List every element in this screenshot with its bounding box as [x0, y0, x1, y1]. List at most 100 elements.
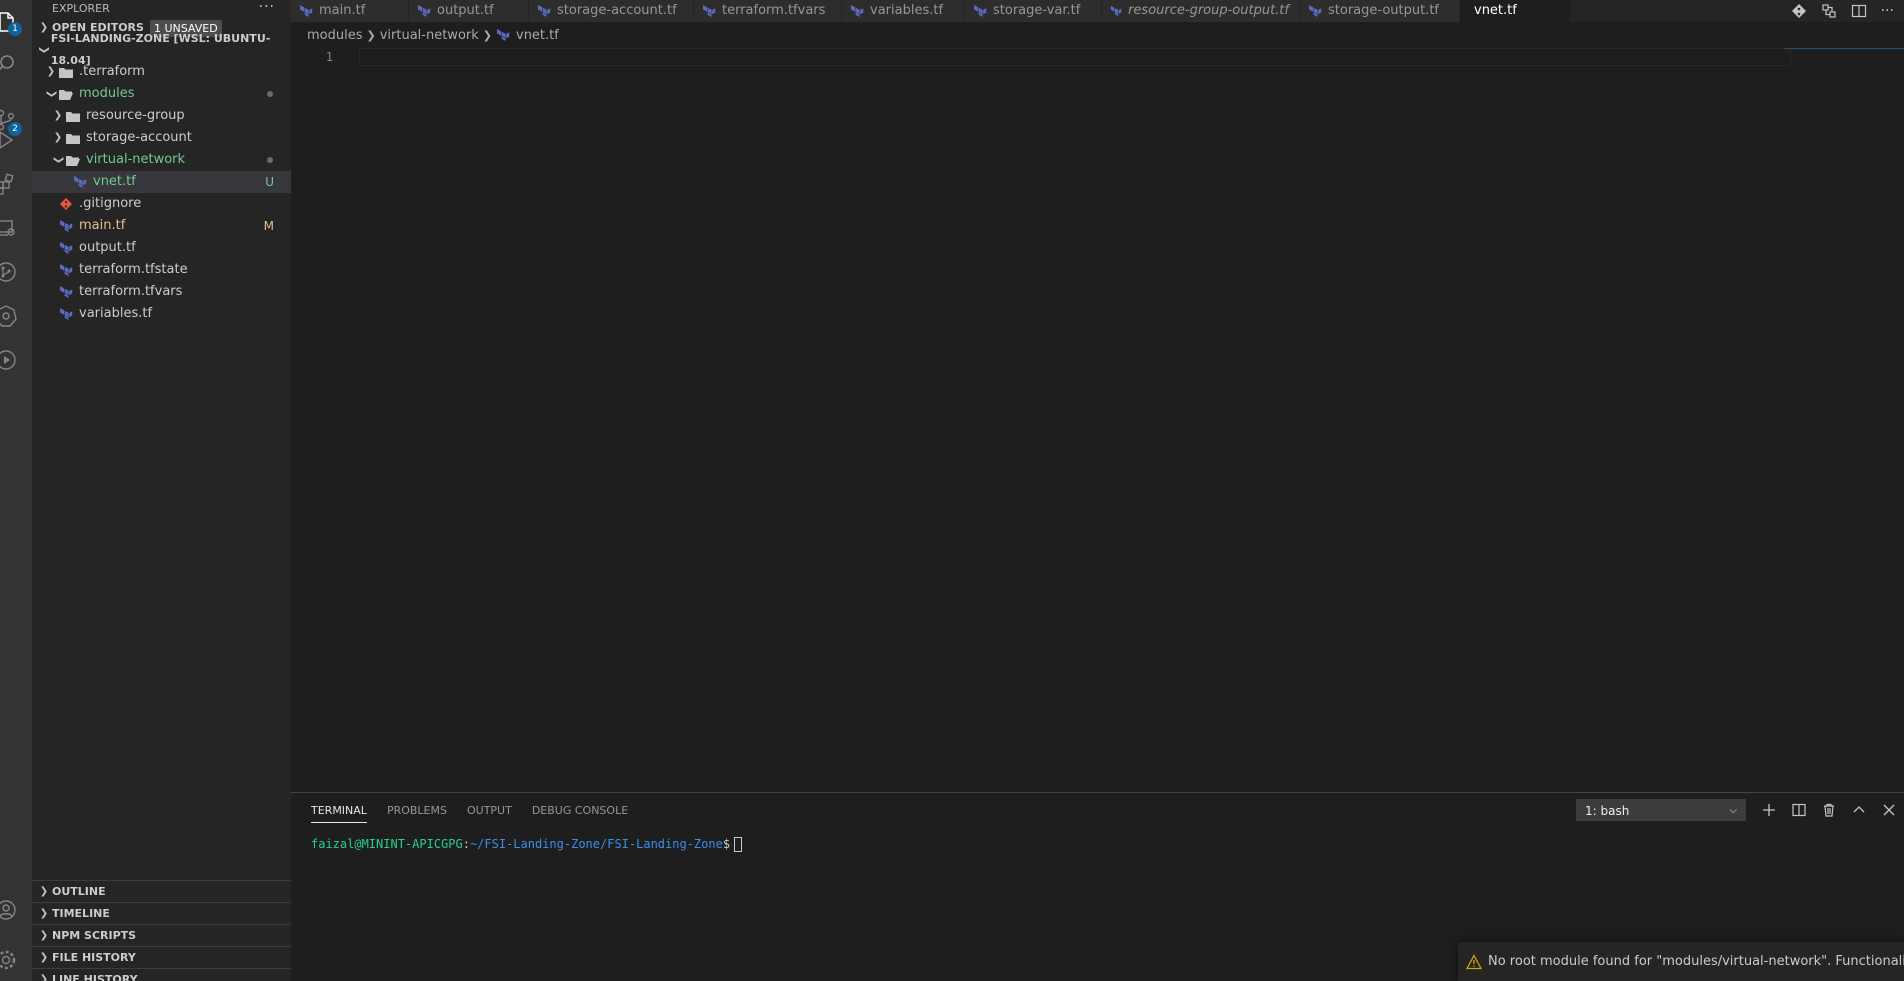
terminal-cursor: [734, 837, 743, 852]
more-actions-button[interactable]: ···: [259, 0, 275, 16]
tree-folder[interactable]: ❯ virtual-network: [32, 149, 291, 171]
tree-folder[interactable]: ❯ storage-account: [32, 127, 291, 149]
tab-terminal[interactable]: TERMINAL: [311, 799, 367, 823]
chevron-right-icon: ❯: [366, 28, 376, 42]
panel-tabs: TERMINAL PROBLEMS OUTPUT DEBUG CONSOLE: [311, 799, 628, 823]
terraform-file-icon: [538, 5, 551, 17]
section-file-history[interactable]: ❯ FILE HISTORY: [32, 946, 291, 968]
tab-storage-var-tf[interactable]: storage-var.tf: [965, 0, 1102, 22]
git-open-changes-icon[interactable]: [1791, 3, 1807, 19]
terminal-select[interactable]: 1: bash ⌵: [1576, 799, 1746, 821]
terraform-file-icon: [60, 286, 73, 298]
prompt-separator: :: [462, 837, 470, 851]
kubernetes-button[interactable]: [0, 294, 32, 338]
split-editor-icon[interactable]: [1851, 3, 1867, 19]
trash-icon[interactable]: [1822, 803, 1836, 817]
tree-folder[interactable]: ❯ resource-group: [32, 105, 291, 127]
explorer-badge: 1: [8, 22, 22, 36]
tree-item-label: terraform.tfvars: [79, 284, 183, 299]
sidebar-title: EXPLORER ···: [32, 0, 291, 17]
chevron-right-icon: ❯: [46, 66, 56, 77]
tree-file[interactable]: vnet.tf U: [32, 171, 291, 193]
tab-label: storage-account.tf: [557, 3, 677, 18]
tree-item-label: variables.tf: [79, 306, 153, 321]
chevron-right-icon: ❯: [39, 929, 49, 941]
chevron-right-icon: ❯: [53, 110, 63, 121]
tree-item-label: resource-group: [86, 108, 185, 123]
tab-variables-tf[interactable]: variables.tf: [842, 0, 965, 22]
terraform-file-icon: [60, 220, 73, 232]
tab-label: output.tf: [437, 3, 494, 18]
notification-toast[interactable]: No root module found for "modules/virtua…: [1458, 942, 1904, 981]
account-button[interactable]: [0, 888, 32, 932]
tree-file[interactable]: .gitignore: [32, 193, 291, 215]
tree-file[interactable]: terraform.tfstate: [32, 259, 291, 281]
tab-label: resource-group-output.tf: [1128, 3, 1289, 18]
gear-icon: [0, 950, 16, 970]
tab-output[interactable]: OUTPUT: [467, 799, 512, 823]
breadcrumb-item[interactable]: virtual-network: [380, 28, 479, 43]
remote-explorer-icon: [0, 220, 15, 236]
tree-item-label: vnet.tf: [93, 174, 136, 189]
section-line-history[interactable]: ❯ LINE HISTORY: [32, 968, 291, 981]
extensions-button[interactable]: [0, 162, 32, 206]
play-button[interactable]: [0, 338, 32, 382]
tab-vnet-tf[interactable]: vnet.tf: [1460, 0, 1571, 22]
run-debug-button[interactable]: [0, 118, 32, 162]
line-number: 1: [325, 50, 333, 64]
chevron-down-icon: ❯: [53, 155, 64, 165]
section-npm-scripts[interactable]: ❯ NPM SCRIPTS: [32, 924, 291, 946]
section-timeline[interactable]: ❯ TIMELINE: [32, 902, 291, 924]
tab-terraform-tfvars[interactable]: terraform.tfvars: [694, 0, 842, 22]
terraform-file-icon: [60, 308, 73, 320]
code-editor[interactable]: 1: [291, 48, 1904, 790]
tree-folder[interactable]: ❯ modules: [32, 83, 291, 105]
more-actions-icon[interactable]: ···: [1881, 3, 1894, 19]
editor-tabs: main.tf output.tf storage-account.tf terraf…: [291, 0, 1904, 22]
explorer-sidebar: EXPLORER ··· ❯ OPEN EDITORS 1 UNSAVED ❯ …: [32, 0, 291, 981]
tab-main-tf[interactable]: main.tf: [291, 0, 409, 22]
maximize-panel-icon[interactable]: [1852, 803, 1866, 817]
close-icon[interactable]: [1882, 803, 1896, 817]
tab-storage-account-tf[interactable]: storage-account.tf: [529, 0, 694, 22]
remote-explorer-button[interactable]: [0, 206, 32, 250]
tree-item-label: storage-account: [86, 130, 192, 145]
tree-item-label: .gitignore: [79, 196, 142, 211]
section-label: OUTLINE: [52, 884, 106, 898]
kubernetes-icon: [0, 305, 17, 327]
prompt-symbol: $: [722, 837, 731, 851]
tree-folder[interactable]: ❯ .terraform: [32, 61, 291, 83]
terraform-file-icon: [418, 5, 431, 17]
tab-label: variables.tf: [870, 3, 944, 18]
tree-file[interactable]: main.tf M: [32, 215, 291, 237]
breadcrumb-item[interactable]: modules: [307, 28, 363, 43]
tree-item-label: .terraform: [79, 64, 145, 79]
workspace-section[interactable]: ❯ FSI-LANDING-ZONE [WSL: UBUNTU-18.04]: [32, 32, 291, 67]
tab-storage-output-tf[interactable]: storage-output.tf: [1300, 0, 1460, 22]
section-outline[interactable]: ❯ OUTLINE: [32, 880, 291, 902]
chevron-down-icon: ❯: [46, 89, 57, 99]
folder-icon: [66, 111, 80, 122]
tree-file[interactable]: terraform.tfvars: [32, 281, 291, 303]
extensions-icon: [0, 173, 14, 195]
terminal-output[interactable]: faizal@MININT-APICGPG:~/FSI-Landing-Zone…: [311, 835, 743, 853]
manage-button[interactable]: [0, 938, 32, 981]
tab-output-tf[interactable]: output.tf: [409, 0, 529, 22]
run-debug-icon: [0, 131, 14, 149]
explorer-button[interactable]: 1: [0, 0, 32, 44]
tab-debug-console[interactable]: DEBUG CONSOLE: [532, 799, 628, 823]
compare-changes-icon[interactable]: [1821, 3, 1837, 19]
add-terminal-icon[interactable]: [1762, 803, 1776, 817]
breadcrumb-item[interactable]: vnet.tf: [516, 28, 559, 43]
search-button[interactable]: [0, 42, 32, 86]
split-terminal-icon[interactable]: [1792, 803, 1806, 817]
tree-file[interactable]: output.tf: [32, 237, 291, 259]
git-graph-button[interactable]: [0, 250, 32, 294]
tab-resource-group-output-tf[interactable]: resource-group-output.tf: [1102, 0, 1300, 22]
terraform-file-icon: [1110, 5, 1122, 17]
notification-text: No root module found for "modules/virtua…: [1488, 954, 1904, 969]
tab-problems[interactable]: PROBLEMS: [387, 799, 447, 823]
section-label: LINE HISTORY: [52, 972, 138, 981]
chevron-right-icon: ❯: [39, 885, 49, 897]
tree-file[interactable]: variables.tf: [32, 303, 291, 325]
